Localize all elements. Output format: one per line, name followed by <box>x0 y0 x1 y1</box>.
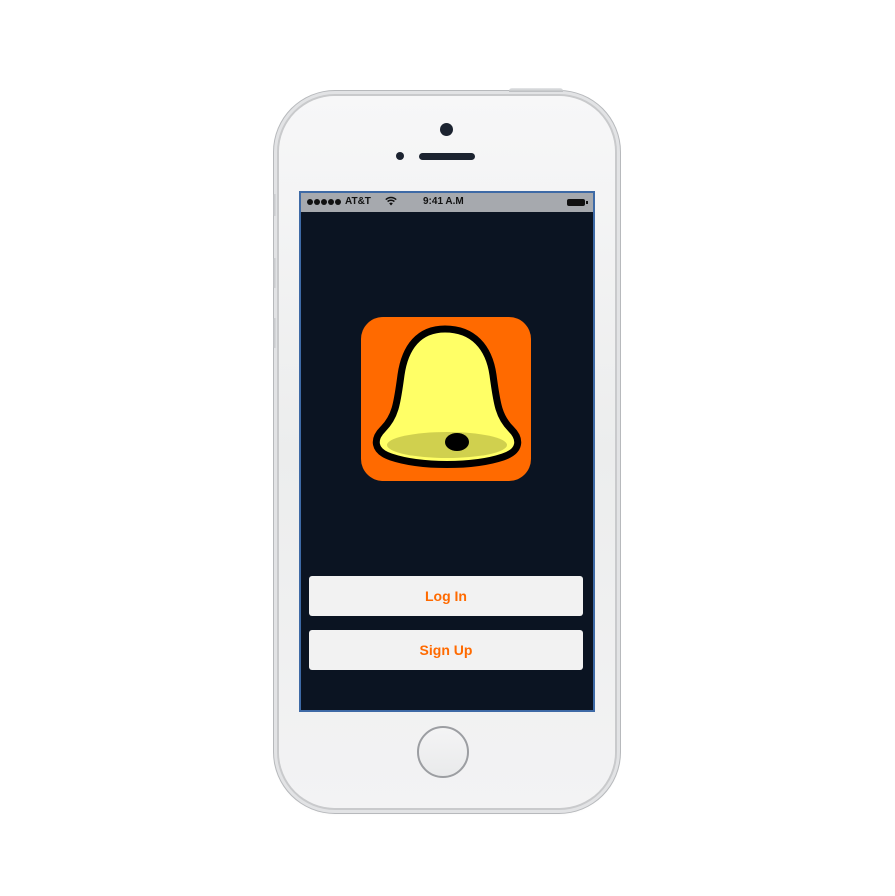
volume-up-button <box>273 258 277 288</box>
signal-strength-icon <box>307 199 341 205</box>
login-button[interactable]: Log In <box>309 576 583 616</box>
stage: AT&T 9:41 A.M Log In Sign Up <box>0 0 895 896</box>
wifi-icon <box>385 196 397 206</box>
home-button[interactable] <box>417 726 469 778</box>
battery-full-icon <box>567 199 588 206</box>
status-time: 9:41 A.M <box>423 196 464 207</box>
signup-button[interactable]: Sign Up <box>309 630 583 670</box>
volume-down-button <box>273 318 277 348</box>
earpiece-speaker <box>419 153 475 160</box>
phone-screen: AT&T 9:41 A.M Log In Sign Up <box>299 191 595 712</box>
status-bar: AT&T 9:41 A.M <box>301 193 593 212</box>
proximity-sensor <box>396 152 404 160</box>
front-camera <box>440 123 453 136</box>
mute-switch <box>273 194 277 216</box>
bell-icon <box>361 317 531 481</box>
power-button <box>509 88 563 92</box>
carrier-name: AT&T <box>345 196 371 207</box>
